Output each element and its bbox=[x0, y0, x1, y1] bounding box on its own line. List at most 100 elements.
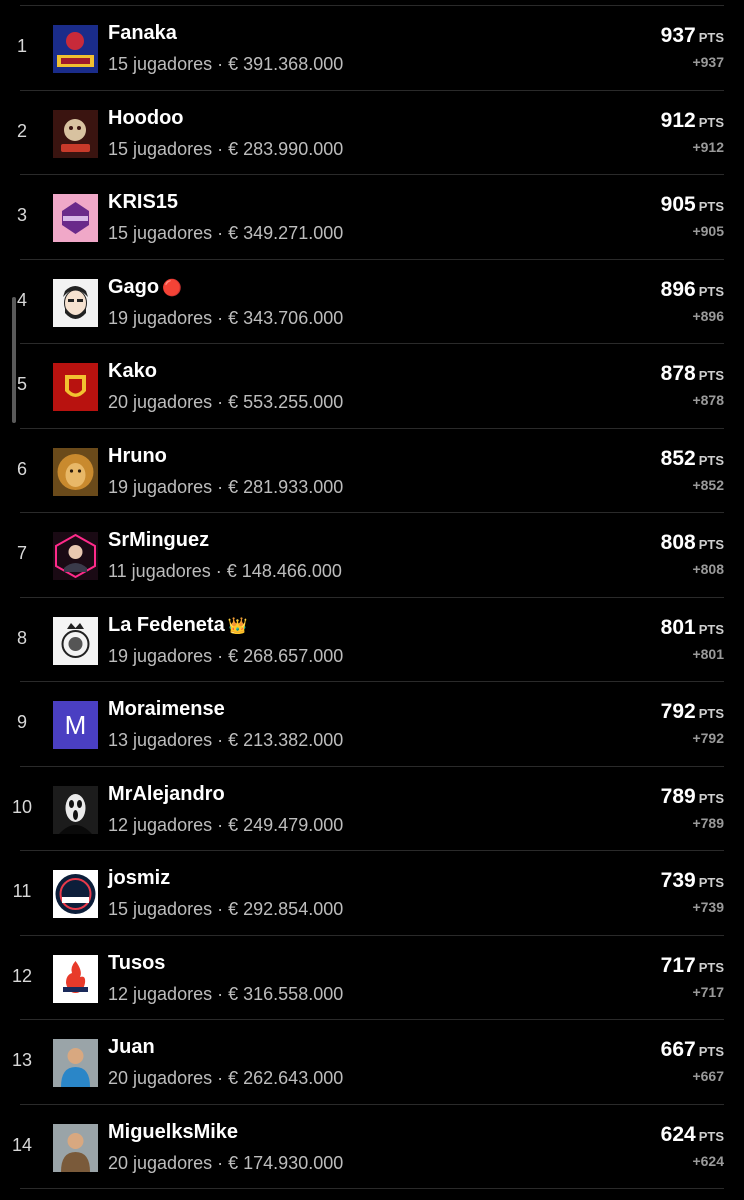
points-value: 852 bbox=[660, 446, 696, 470]
rank-number: 4 bbox=[16, 289, 27, 310]
points-label: PTS bbox=[698, 706, 724, 721]
points-delta: +808 bbox=[692, 561, 724, 577]
avatar[interactable] bbox=[53, 363, 98, 411]
josmiz-logo-icon bbox=[53, 870, 98, 918]
manager-name[interactable]: Kako bbox=[108, 360, 160, 383]
manager-name-text: KRIS15 bbox=[108, 191, 179, 213]
avatar[interactable]: M bbox=[53, 701, 98, 749]
manager-name-text: Fanaka bbox=[108, 22, 177, 44]
manager-name[interactable]: KRIS15 bbox=[108, 191, 181, 214]
points: 912 PTS bbox=[661, 109, 724, 133]
avatar[interactable] bbox=[53, 194, 98, 242]
points: 905 PTS bbox=[661, 193, 724, 217]
ranking-row[interactable]: 7 SrMinguez 11 jugadores · € 148.466.000 80… bbox=[17, 513, 724, 598]
points: 624 PTS bbox=[661, 1123, 724, 1147]
points-label: PTS bbox=[698, 790, 724, 806]
avatar[interactable] bbox=[53, 278, 98, 327]
avatar[interactable] bbox=[53, 447, 98, 496]
manager-name[interactable]: Hruno bbox=[108, 445, 170, 468]
manager-name-text: Moraimense bbox=[108, 698, 225, 720]
ranking-row[interactable]: 11 josmiz 15 jugadores · € 292.854.000 739 P… bbox=[13, 851, 724, 936]
ranking-row[interactable]: 8 La Fedeneta 👑 19 jugadores · € 268.657.00… bbox=[17, 598, 724, 682]
manager-name-text: MrAlejandro bbox=[108, 782, 225, 805]
avatar[interactable] bbox=[53, 532, 98, 580]
separator: · bbox=[217, 223, 224, 243]
avatar[interactable] bbox=[53, 25, 98, 73]
avatar[interactable] bbox=[53, 109, 98, 158]
name-badge: 👑 bbox=[227, 617, 248, 635]
manager-name[interactable]: josmiz bbox=[108, 867, 173, 890]
manager-name-text: Hruno bbox=[108, 444, 167, 467]
rank-number: 9 bbox=[16, 712, 27, 732]
points-delta: +912 bbox=[692, 138, 724, 155]
points: 878 PTS bbox=[661, 362, 724, 386]
manager-name[interactable]: Gago 🔴 bbox=[108, 276, 182, 299]
avatar[interactable] bbox=[53, 870, 98, 918]
points-label: PTS bbox=[698, 199, 724, 214]
manager-name[interactable]: Juan bbox=[108, 1036, 158, 1059]
ranking-row[interactable]: 9 M Moraimense 13 jugadores · € 213.382.000… bbox=[17, 682, 724, 767]
separator: · bbox=[217, 1152, 224, 1173]
ranking-row[interactable]: 4 Gago 🔴 19 jugadores · € 343.706.000 896 PTS… bbox=[17, 260, 724, 344]
manager-name[interactable]: La Fedeneta 👑 bbox=[108, 614, 248, 637]
rank-number: 6 bbox=[16, 458, 27, 479]
manager-name[interactable]: Hoodoo bbox=[108, 107, 187, 130]
manager-name-text: MiguelksMike bbox=[108, 1120, 239, 1143]
team-value: € 391.368.000 bbox=[228, 54, 344, 74]
avatar[interactable] bbox=[53, 785, 98, 834]
avatar-letter: M bbox=[65, 710, 87, 740]
ranking-row[interactable]: 3 KRIS15 15 jugadores · € 349.271.000 905 PT… bbox=[17, 175, 724, 260]
name-badge: 🔴 bbox=[162, 279, 183, 297]
manager-name[interactable]: SrMinguez bbox=[108, 529, 212, 552]
crown-crest-icon bbox=[53, 616, 98, 665]
rank-number: 13 bbox=[11, 1050, 33, 1070]
ranking-list: 1 Fanaka 15 jugadores · € 391.368.000 937 PT… bbox=[0, 6, 744, 1189]
rank-number: 12 bbox=[11, 965, 33, 986]
points-value: 717 bbox=[660, 953, 696, 977]
ranking-row[interactable]: 6 Hruno 19 jugadores · € 281.933.000 852 PTS… bbox=[17, 429, 724, 513]
avatar[interactable] bbox=[53, 1039, 98, 1087]
ranking-row[interactable]: 14 MiguelksMike 20 jugadores · € 174.930.0… bbox=[12, 1105, 724, 1189]
player-count: 19 jugadores bbox=[108, 476, 213, 497]
manager-name[interactable]: Tusos bbox=[108, 952, 168, 975]
points-value: 896 bbox=[660, 277, 696, 301]
points-delta: +896 bbox=[692, 307, 724, 324]
separator: · bbox=[217, 1068, 224, 1088]
points-label: PTS bbox=[698, 621, 724, 637]
points: 739 PTS bbox=[661, 869, 724, 893]
manager-name[interactable]: Fanaka bbox=[108, 22, 180, 45]
ranking-row[interactable]: 2 Hoodoo 15 jugadores · € 283.990.000 912 PT… bbox=[17, 91, 724, 175]
manager-name[interactable]: MiguelksMike bbox=[108, 1121, 241, 1144]
points-value: 667 bbox=[660, 1038, 696, 1061]
manager-name[interactable]: Moraimense bbox=[108, 698, 228, 721]
ranking-row[interactable]: 5 Kako 20 jugadores · € 553.255.000 878 PTS +… bbox=[17, 344, 724, 429]
ranking-row[interactable]: 13 Juan 20 jugadores · € 262.643.000 667 PTS… bbox=[12, 1020, 724, 1105]
player-count: 15 jugadores bbox=[108, 138, 213, 159]
manager-name[interactable]: MrAlejandro bbox=[108, 783, 228, 806]
points-delta: +878 bbox=[692, 392, 724, 408]
points-value: 937 bbox=[660, 24, 696, 47]
rank-number: 10 bbox=[11, 796, 33, 817]
avatar[interactable] bbox=[53, 1123, 98, 1172]
neon-portrait-icon bbox=[53, 532, 98, 580]
team-value: € 343.706.000 bbox=[228, 307, 344, 328]
points-value: 792 bbox=[660, 700, 696, 723]
points: 717 PTS bbox=[661, 954, 724, 978]
team-summary: 11 jugadores · € 148.466.000 bbox=[108, 561, 342, 582]
points-value: 808 bbox=[660, 531, 696, 554]
rank-number: 7 bbox=[16, 543, 27, 563]
separator: · bbox=[217, 307, 224, 328]
ranking-row[interactable]: 1 Fanaka 15 jugadores · € 391.368.000 937 PT… bbox=[17, 6, 724, 91]
separator: · bbox=[217, 730, 224, 750]
ranking-row[interactable]: 10 MrAlejandro 12 jugadores · € 249.479.00… bbox=[12, 767, 724, 851]
ranking-row[interactable]: 12 Tusos 12 jugadores · € 316.558.000 717 PT… bbox=[12, 936, 724, 1020]
avatar[interactable] bbox=[53, 616, 98, 665]
team-summary: 20 jugadores · € 174.930.000 bbox=[108, 1153, 343, 1174]
points: 896 PTS bbox=[661, 278, 724, 302]
player-count: 20 jugadores bbox=[108, 392, 213, 412]
team-summary: 13 jugadores · € 213.382.000 bbox=[108, 730, 343, 751]
spain-crest-icon bbox=[53, 363, 98, 411]
points-label: PTS bbox=[698, 114, 724, 130]
avatar[interactable] bbox=[53, 954, 98, 1003]
kris-logo-icon bbox=[53, 194, 98, 242]
